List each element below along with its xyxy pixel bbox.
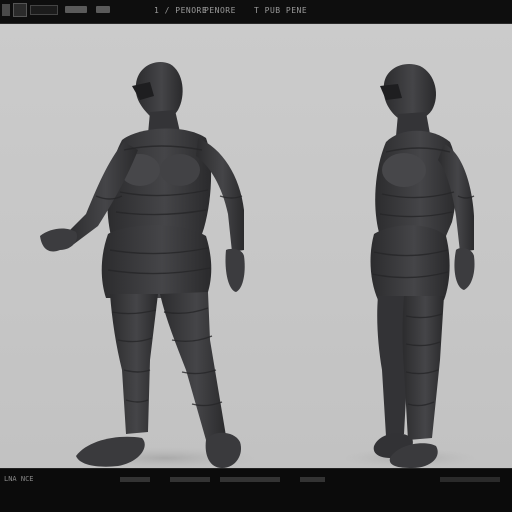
status-segment xyxy=(170,477,210,482)
menu-item[interactable]: 1 / PENORE xyxy=(154,6,207,16)
status-bar: LNA NCE xyxy=(0,468,512,512)
character-front-view xyxy=(40,62,275,468)
top-toolbar: 1 / PENORE PENORE T PUB PENE xyxy=(0,0,512,24)
menu-item[interactable]: T PUB PENE xyxy=(254,6,307,16)
toolbar-button[interactable] xyxy=(65,6,87,13)
toolbar-field[interactable] xyxy=(30,5,58,15)
status-segment xyxy=(220,477,280,482)
status-segment xyxy=(440,477,500,482)
tool-icon[interactable] xyxy=(13,3,27,17)
status-segment xyxy=(120,477,150,482)
menu-item[interactable]: PENORE xyxy=(204,6,236,16)
3d-viewport[interactable] xyxy=(0,24,512,468)
model-render xyxy=(40,62,490,468)
app-icon[interactable] xyxy=(2,4,10,16)
status-text: LNA NCE xyxy=(4,475,34,483)
status-segment xyxy=(300,477,325,482)
character-side-view xyxy=(330,64,490,468)
toolbar-button[interactable] xyxy=(96,6,110,13)
